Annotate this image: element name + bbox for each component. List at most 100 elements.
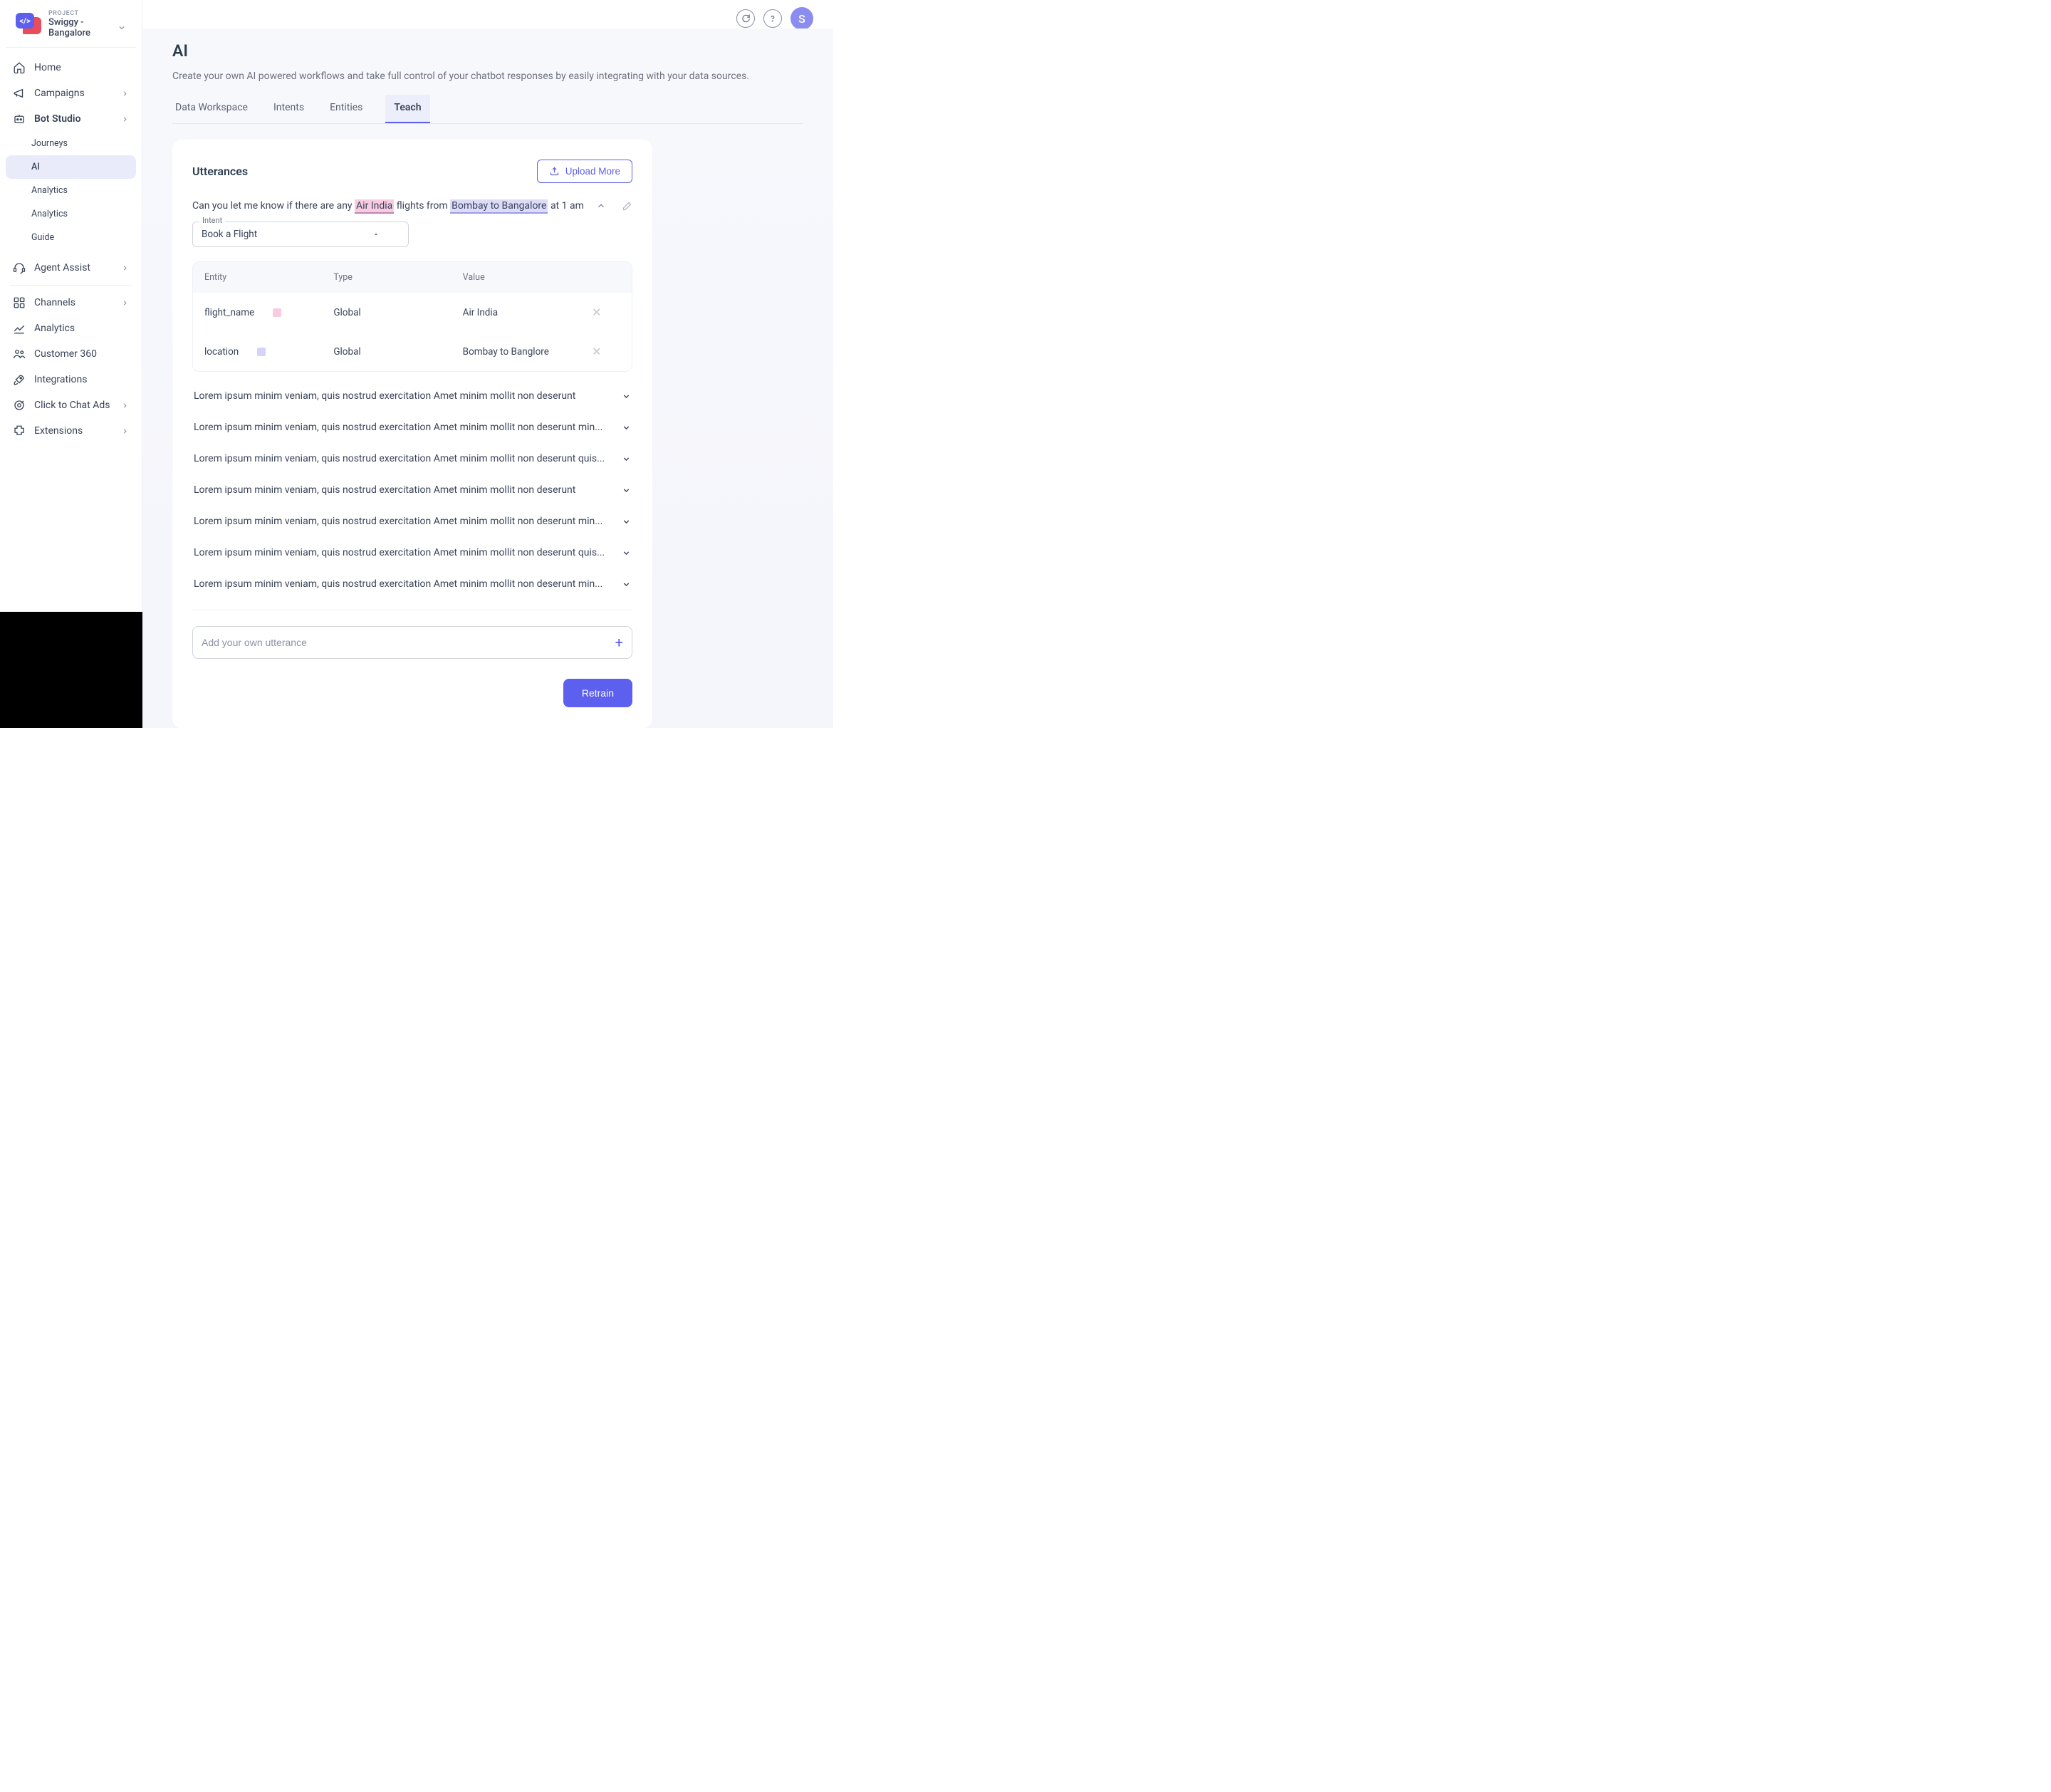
rocket-icon	[13, 373, 26, 386]
sidebar-item-label: Integrations	[34, 374, 87, 385]
collapse-utterance-button[interactable]	[596, 201, 606, 211]
sidebar-sub-analytics-1[interactable]: Analytics	[6, 179, 136, 202]
sidebar-item-analytics[interactable]: Analytics	[6, 316, 136, 341]
utterance-text: Lorem ipsum minim veniam, quis nostrud e…	[194, 578, 602, 590]
tab-data-workspace[interactable]: Data Workspace	[172, 95, 251, 123]
sidebar-item-customer-360[interactable]: Customer 360	[6, 341, 136, 367]
sidebar-sub-journeys[interactable]: Journeys	[6, 132, 136, 155]
utterance-text: Can you let me know if there are any Air…	[192, 200, 584, 212]
sidebar-item-label: Customer 360	[34, 348, 97, 360]
entity-highlight-flight: Air India	[355, 199, 394, 214]
sidebar-item-click-to-chat-ads[interactable]: Click to Chat Ads	[6, 392, 136, 418]
chevron-down-icon	[622, 548, 631, 558]
intent-select[interactable]: Intent Book a Flight	[192, 222, 409, 247]
app-logo-icon	[16, 13, 41, 36]
add-utterance-button[interactable]: +	[615, 634, 623, 651]
chevron-down-icon	[622, 580, 631, 589]
tab-intents[interactable]: Intents	[271, 95, 307, 123]
sidebar-item-label: Campaigns	[34, 88, 85, 99]
entity-color-chip	[257, 348, 266, 356]
utterance-text: Lorem ipsum minim veniam, quis nostrud e…	[194, 422, 602, 433]
chevron-down-icon	[622, 517, 631, 526]
utterance-collapsed-row[interactable]: Lorem ipsum minim veniam, quis nostrud e…	[192, 474, 632, 506]
utterance-collapsed-row[interactable]: Lorem ipsum minim veniam, quis nostrud e…	[192, 443, 632, 474]
sidebar-item-bot-studio[interactable]: Bot Studio	[6, 106, 136, 132]
tab-entities[interactable]: Entities	[327, 95, 365, 123]
sidebar-item-label: Analytics	[34, 323, 75, 334]
utterance-collapsed-row[interactable]: Lorem ipsum minim veniam, quis nostrud e…	[192, 568, 632, 600]
entity-highlight-location: Bombay to Bangalore	[450, 199, 548, 214]
remove-entity-button[interactable]: ✕	[592, 345, 620, 358]
add-utterance-field[interactable]: +	[192, 626, 632, 659]
sidebar-item-agent-assist[interactable]: Agent Assist	[6, 255, 136, 281]
entity-type: Global	[333, 307, 462, 318]
entity-color-chip	[273, 308, 281, 317]
project-label: PROJECT	[48, 10, 126, 17]
chevron-down-icon	[622, 454, 631, 464]
bot-icon	[13, 113, 26, 125]
sidebar-item-integrations[interactable]: Integrations	[6, 367, 136, 392]
home-icon	[13, 61, 26, 74]
utterances-title: Utterances	[192, 165, 248, 178]
sidebar-item-label: Click to Chat Ads	[34, 400, 110, 411]
tab-bar: Data Workspace Intents Entities Teach	[172, 95, 803, 124]
help-button[interactable]	[763, 9, 782, 28]
utterance-collapsed-row[interactable]: Lorem ipsum minim veniam, quis nostrud e…	[192, 380, 632, 412]
entity-name: flight_name	[204, 307, 254, 318]
chevron-right-icon	[121, 427, 129, 435]
sidebar-sub-ai[interactable]: AI	[6, 155, 136, 179]
sidebar-item-home[interactable]: Home	[6, 55, 136, 80]
sidebar-item-campaigns[interactable]: Campaigns	[6, 80, 136, 106]
chevron-down-icon	[118, 24, 126, 32]
sidebar-item-channels[interactable]: Channels	[6, 290, 136, 316]
intent-field-label: Intent	[199, 216, 225, 225]
sidebar-item-label: Analytics	[31, 209, 68, 219]
sidebar-sub-analytics-2[interactable]: Analytics	[6, 202, 136, 226]
utterance-text: Lorem ipsum minim veniam, quis nostrud e…	[194, 453, 605, 464]
remove-entity-button[interactable]: ✕	[592, 306, 620, 319]
user-avatar[interactable]: S	[790, 7, 813, 30]
tab-teach[interactable]: Teach	[385, 95, 429, 123]
sidebar-item-label: Guide	[31, 232, 54, 243]
chevron-right-icon	[121, 90, 129, 98]
edit-utterance-button[interactable]	[622, 201, 632, 212]
project-switcher[interactable]: PROJECT Swiggy - Bangalore	[6, 0, 136, 48]
chart-icon	[13, 322, 26, 335]
add-utterance-input[interactable]	[202, 637, 615, 648]
headset-icon	[13, 261, 26, 274]
entity-row: location Global Bombay to Banglore ✕	[193, 332, 632, 371]
feedback-button[interactable]	[736, 9, 755, 28]
utterance-collapsed-row[interactable]: Lorem ipsum minim veniam, quis nostrud e…	[192, 537, 632, 568]
chevron-down-icon	[622, 486, 631, 495]
utterance-text: Lorem ipsum minim veniam, quis nostrud e…	[194, 547, 605, 558]
people-icon	[13, 348, 26, 360]
target-icon	[13, 399, 26, 412]
sidebar-item-extensions[interactable]: Extensions	[6, 418, 136, 444]
entity-table: Entity Type Value flight_name Global Air…	[192, 261, 632, 372]
utterance-collapsed-row[interactable]: Lorem ipsum minim veniam, quis nostrud e…	[192, 506, 632, 537]
col-value: Value	[463, 272, 592, 283]
sidebar-item-label: AI	[31, 162, 40, 172]
sidebar-item-label: Agent Assist	[34, 262, 90, 274]
entity-value: Air India	[463, 307, 592, 318]
entity-row: flight_name Global Air India ✕	[193, 293, 632, 332]
upload-label: Upload More	[565, 166, 620, 177]
utterance-expanded-row: Can you let me know if there are any Air…	[192, 200, 632, 212]
sidebar-sub-guide[interactable]: Guide	[6, 226, 136, 249]
utterance-collapsed-row[interactable]: Lorem ipsum minim veniam, quis nostrud e…	[192, 412, 632, 443]
upload-more-button[interactable]: Upload More	[537, 160, 632, 183]
main-content: AI Create your own AI powered workflows …	[142, 28, 833, 728]
retrain-button[interactable]: Retrain	[563, 679, 632, 707]
sidebar-item-label: Extensions	[34, 425, 83, 437]
chevron-down-icon	[622, 392, 631, 401]
chevron-right-icon	[121, 264, 129, 272]
page-description: Create your own AI powered workflows and…	[172, 71, 803, 82]
utterances-card: Utterances Upload More Can you let me kn…	[172, 140, 652, 728]
page-title: AI	[172, 41, 803, 61]
sidebar-item-label: Home	[34, 62, 61, 73]
utterance-text: Lorem ipsum minim veniam, quis nostrud e…	[194, 390, 575, 402]
sidebar-item-label: Journeys	[31, 138, 68, 149]
project-name: Swiggy - Bangalore	[48, 17, 112, 38]
megaphone-icon	[13, 87, 26, 100]
entity-name: location	[204, 346, 239, 358]
